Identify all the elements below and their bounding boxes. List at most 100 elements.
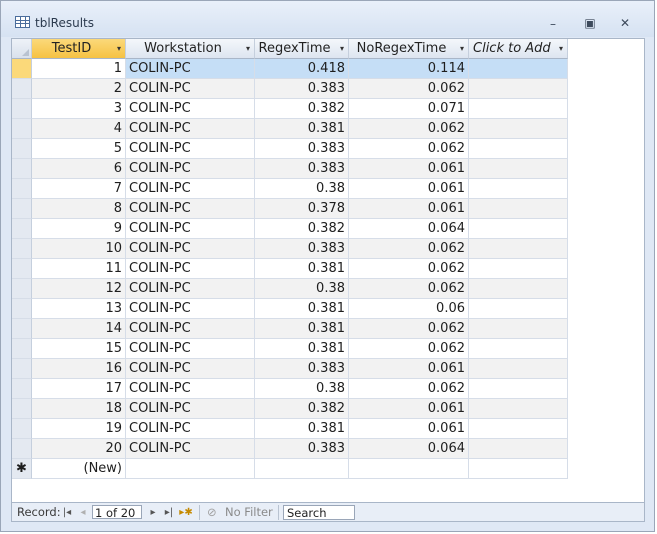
cell-click-to-add[interactable] bbox=[469, 379, 568, 399]
cell-workstation[interactable]: COLIN-PC bbox=[126, 259, 255, 279]
cell-testid[interactable]: 4 bbox=[32, 119, 126, 139]
cell-click-to-add[interactable] bbox=[469, 99, 568, 119]
cell-click-to-add[interactable] bbox=[469, 439, 568, 459]
cell-regextime[interactable]: 0.383 bbox=[255, 79, 349, 99]
cell-testid[interactable]: 19 bbox=[32, 419, 126, 439]
cell-regextime[interactable]: 0.418 bbox=[255, 59, 349, 79]
cell-click-to-add[interactable] bbox=[469, 279, 568, 299]
column-header-click-to-add[interactable]: Click to Add ▾ bbox=[469, 39, 568, 59]
cell-regextime[interactable]: 0.378 bbox=[255, 199, 349, 219]
dropdown-arrow-icon[interactable]: ▾ bbox=[117, 39, 121, 59]
select-all-cell[interactable] bbox=[12, 39, 32, 59]
cell-workstation[interactable]: COLIN-PC bbox=[126, 199, 255, 219]
cell-testid[interactable]: 6 bbox=[32, 159, 126, 179]
cell-noregextime[interactable]: 0.064 bbox=[349, 219, 469, 239]
no-filter-button[interactable]: No Filter bbox=[225, 503, 273, 521]
cell-workstation[interactable]: COLIN-PC bbox=[126, 379, 255, 399]
row-selector[interactable] bbox=[12, 179, 32, 199]
cell-testid[interactable]: 17 bbox=[32, 379, 126, 399]
cell-noregextime[interactable]: 0.062 bbox=[349, 279, 469, 299]
cell-click-to-add[interactable] bbox=[469, 139, 568, 159]
dropdown-arrow-icon[interactable]: ▾ bbox=[340, 39, 344, 59]
cell-workstation[interactable]: COLIN-PC bbox=[126, 339, 255, 359]
cell-noregextime[interactable]: 0.062 bbox=[349, 259, 469, 279]
cell-click-to-add[interactable] bbox=[469, 319, 568, 339]
cell-click-to-add[interactable] bbox=[469, 79, 568, 99]
column-header-testid[interactable]: TestID ▾ bbox=[32, 39, 126, 59]
cell-regextime[interactable]: 0.38 bbox=[255, 279, 349, 299]
cell-testid[interactable]: 13 bbox=[32, 299, 126, 319]
table-cell[interactable] bbox=[255, 459, 349, 479]
cell-workstation[interactable]: COLIN-PC bbox=[126, 219, 255, 239]
cell-workstation[interactable]: COLIN-PC bbox=[126, 179, 255, 199]
restore-icon[interactable]: ▣ bbox=[580, 15, 600, 31]
cell-testid[interactable]: 16 bbox=[32, 359, 126, 379]
cell-regextime[interactable]: 0.38 bbox=[255, 379, 349, 399]
new-record-label[interactable]: (New) bbox=[32, 459, 126, 479]
cell-testid[interactable]: 5 bbox=[32, 139, 126, 159]
table-cell[interactable] bbox=[126, 459, 255, 479]
cell-click-to-add[interactable] bbox=[469, 239, 568, 259]
row-selector[interactable] bbox=[12, 239, 32, 259]
cell-testid[interactable]: 2 bbox=[32, 79, 126, 99]
cell-noregextime[interactable]: 0.061 bbox=[349, 179, 469, 199]
cell-workstation[interactable]: COLIN-PC bbox=[126, 399, 255, 419]
table-cell[interactable] bbox=[469, 459, 568, 479]
cell-workstation[interactable]: COLIN-PC bbox=[126, 99, 255, 119]
cell-noregextime[interactable]: 0.062 bbox=[349, 79, 469, 99]
cell-regextime[interactable]: 0.381 bbox=[255, 319, 349, 339]
cell-regextime[interactable]: 0.381 bbox=[255, 299, 349, 319]
cell-click-to-add[interactable] bbox=[469, 299, 568, 319]
cell-regextime[interactable]: 0.382 bbox=[255, 219, 349, 239]
cell-regextime[interactable]: 0.381 bbox=[255, 419, 349, 439]
cell-noregextime[interactable]: 0.06 bbox=[349, 299, 469, 319]
row-selector[interactable] bbox=[12, 359, 32, 379]
cell-testid[interactable]: 15 bbox=[32, 339, 126, 359]
cell-workstation[interactable]: COLIN-PC bbox=[126, 139, 255, 159]
cell-workstation[interactable]: COLIN-PC bbox=[126, 159, 255, 179]
cell-noregextime[interactable]: 0.062 bbox=[349, 339, 469, 359]
cell-workstation[interactable]: COLIN-PC bbox=[126, 319, 255, 339]
row-selector[interactable] bbox=[12, 419, 32, 439]
cell-workstation[interactable]: COLIN-PC bbox=[126, 279, 255, 299]
column-header-noregextime[interactable]: NoRegexTime ▾ bbox=[349, 39, 469, 59]
cell-testid[interactable]: 11 bbox=[32, 259, 126, 279]
cell-regextime[interactable]: 0.383 bbox=[255, 159, 349, 179]
cell-click-to-add[interactable] bbox=[469, 59, 568, 79]
cell-click-to-add[interactable] bbox=[469, 399, 568, 419]
cell-noregextime[interactable]: 0.114 bbox=[349, 59, 469, 79]
cell-testid[interactable]: 18 bbox=[32, 399, 126, 419]
cell-workstation[interactable]: COLIN-PC bbox=[126, 79, 255, 99]
row-selector[interactable] bbox=[12, 399, 32, 419]
cell-noregextime[interactable]: 0.062 bbox=[349, 139, 469, 159]
cell-noregextime[interactable]: 0.061 bbox=[349, 359, 469, 379]
cell-noregextime[interactable]: 0.061 bbox=[349, 159, 469, 179]
row-selector[interactable] bbox=[12, 379, 32, 399]
cell-click-to-add[interactable] bbox=[469, 359, 568, 379]
close-icon[interactable]: ✕ bbox=[615, 15, 635, 31]
cell-noregextime[interactable]: 0.061 bbox=[349, 399, 469, 419]
row-selector[interactable] bbox=[12, 319, 32, 339]
table-cell[interactable] bbox=[349, 459, 469, 479]
cell-noregextime[interactable]: 0.062 bbox=[349, 379, 469, 399]
cell-workstation[interactable]: COLIN-PC bbox=[126, 359, 255, 379]
first-record-icon[interactable]: |◂ bbox=[60, 503, 74, 521]
row-selector[interactable] bbox=[12, 119, 32, 139]
cell-testid[interactable]: 8 bbox=[32, 199, 126, 219]
minimize-icon[interactable]: – bbox=[543, 16, 563, 32]
cell-noregextime[interactable]: 0.064 bbox=[349, 439, 469, 459]
cell-click-to-add[interactable] bbox=[469, 339, 568, 359]
column-header-regextime[interactable]: RegexTime ▾ bbox=[255, 39, 349, 59]
cell-click-to-add[interactable] bbox=[469, 119, 568, 139]
cell-regextime[interactable]: 0.38 bbox=[255, 179, 349, 199]
row-selector[interactable] bbox=[12, 439, 32, 459]
cell-workstation[interactable]: COLIN-PC bbox=[126, 239, 255, 259]
dropdown-arrow-icon[interactable]: ▾ bbox=[246, 39, 250, 59]
cell-testid[interactable]: 10 bbox=[32, 239, 126, 259]
previous-record-icon[interactable]: ◂ bbox=[76, 503, 90, 521]
cell-noregextime[interactable]: 0.071 bbox=[349, 99, 469, 119]
cell-regextime[interactable]: 0.383 bbox=[255, 239, 349, 259]
dropdown-arrow-icon[interactable]: ▾ bbox=[460, 39, 464, 59]
cell-testid[interactable]: 1 bbox=[32, 59, 126, 79]
cell-regextime[interactable]: 0.382 bbox=[255, 399, 349, 419]
